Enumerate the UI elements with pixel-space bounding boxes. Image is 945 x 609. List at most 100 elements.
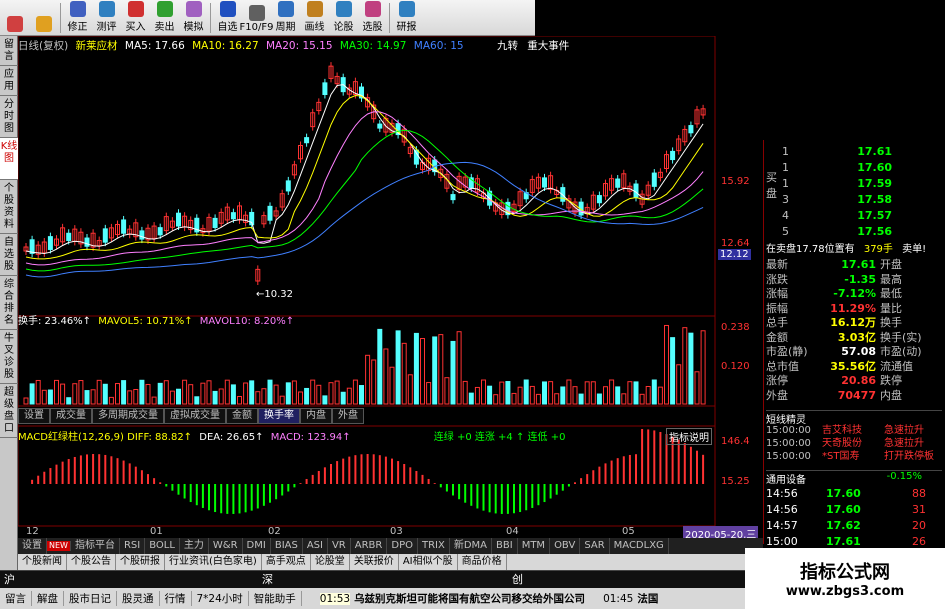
indicator-tab-10[interactable]: VR [328, 538, 351, 554]
indicator-tab-17[interactable]: OBV [550, 538, 581, 554]
buy-level-row[interactable]: 1 17.61 [782, 144, 942, 160]
indicator-tab-6[interactable]: W&R [209, 538, 243, 554]
indicator-tab-13[interactable]: TRIX [418, 538, 450, 554]
volume-tab-4[interactable]: 金额 [226, 408, 258, 424]
volume-bar [407, 374, 413, 405]
volume-tab-1[interactable]: 成交量 [50, 408, 92, 424]
index-cy[interactable]: 创 [512, 571, 523, 589]
quote-key2: 最高 [880, 272, 902, 286]
volume-bar [420, 338, 425, 405]
index-sz[interactable]: 深 [262, 571, 273, 589]
tick-volume: 31 [912, 503, 926, 516]
info-tab-0[interactable]: 个股新闻 [18, 554, 67, 570]
indicator-tab-0[interactable]: 设置 [18, 538, 47, 554]
kline-chart-canvas[interactable] [18, 36, 763, 544]
info-tab-8[interactable]: 商品价格 [458, 554, 507, 570]
toolbar-button-10[interactable]: 画线 [300, 1, 329, 35]
indicator-tab-19[interactable]: MACDLXG [610, 538, 669, 554]
left-tab-1[interactable]: 应用 [0, 66, 18, 96]
tick-price: 17.62 [826, 519, 861, 532]
buy-level-row[interactable]: 1 17.59 [782, 176, 942, 192]
indicator-help-button[interactable]: 指标说明 [666, 428, 712, 445]
candle [413, 149, 419, 165]
status-item-4[interactable]: 行情 [160, 591, 192, 606]
toolbar-button-1[interactable] [29, 1, 58, 35]
status-item-0[interactable]: 留言 [0, 591, 32, 606]
info-tab-4[interactable]: 高手观点 [262, 554, 311, 570]
news-ticker-2[interactable]: 法国 [637, 591, 658, 606]
status-item-2[interactable]: 股市日记 [64, 591, 117, 606]
indicator-tab-5[interactable]: 主力 [180, 538, 209, 554]
indicator-tab-7[interactable]: DMI [243, 538, 271, 554]
left-tab-8[interactable]: 超级盘口 [0, 384, 18, 438]
status-item-6[interactable]: 智能助手 [249, 591, 302, 606]
left-tab-2[interactable]: 分时图 [0, 96, 18, 138]
volume-tab-7[interactable]: 外盘 [332, 408, 364, 424]
toolbar-button-13[interactable]: 研报 [392, 1, 421, 35]
left-tab-4[interactable]: 个股资料 [0, 180, 18, 234]
status-item-3[interactable]: 股灵通 [117, 591, 160, 606]
volume-tab-3[interactable]: 虚拟成交量 [164, 408, 226, 424]
tick-row: 14:57 17.62 20 [766, 518, 944, 534]
toolbar-button-2[interactable]: 修正 [63, 1, 92, 35]
info-tab-2[interactable]: 个股研报 [116, 554, 165, 570]
indicator-tab-15[interactable]: BBI [492, 538, 518, 554]
indicator-tab-9[interactable]: ASI [303, 538, 328, 554]
indicator-tab-4[interactable]: BOLL [145, 538, 180, 554]
candle [29, 239, 35, 254]
toolbar-button-11[interactable]: 论股 [329, 1, 358, 35]
buy-level-row[interactable]: 4 17.57 [782, 208, 942, 224]
indicator-tab-2[interactable]: 指标平台 [71, 538, 120, 554]
toolbar-button-6[interactable]: 模拟 [179, 1, 208, 35]
left-tab-3[interactable]: K线图 [0, 138, 18, 180]
quote-key: 振幅 [766, 301, 788, 315]
indicator-tab-1[interactable]: NEW [47, 541, 71, 551]
toolbar-button-12[interactable]: 选股 [358, 1, 387, 35]
status-item-1[interactable]: 解盘 [32, 591, 64, 606]
chart-area[interactable]: 日线(复权) 新莱应材 MA5: 17.66 MA10: 16.27 MA20:… [18, 36, 763, 544]
indicator-tab-3[interactable]: RSI [120, 538, 146, 554]
wizard-row[interactable]: 15:00:00 *ST国寿 打开跌停板 [766, 450, 944, 463]
volume-bar [249, 380, 255, 405]
status-item-5[interactable]: 7*24小时 [192, 591, 249, 606]
indicator-tab-16[interactable]: MTM [518, 538, 551, 554]
toolbar-button-9[interactable]: 周期 [271, 1, 300, 35]
volume-bar [66, 397, 72, 405]
toolbar-button-4[interactable]: 买入 [121, 1, 150, 35]
left-tab-6[interactable]: 综合排名 [0, 276, 18, 330]
indicator-tab-8[interactable]: BIAS [271, 538, 303, 554]
toolbar-button-5[interactable]: 卖出 [150, 1, 179, 35]
info-tab-1[interactable]: 个股公告 [67, 554, 116, 570]
index-sh[interactable]: 沪 [4, 571, 15, 589]
buy-level-row[interactable]: 1 17.60 [782, 160, 942, 176]
toolbar-button-8[interactable]: F10/F9 [240, 1, 273, 35]
volume-tab-2[interactable]: 多周期成交量 [92, 408, 164, 424]
info-tab-7[interactable]: AI相似个股 [399, 554, 458, 570]
volume-bar [133, 388, 139, 405]
info-tab-6[interactable]: 关联报价 [350, 554, 399, 570]
toolbar-button-0[interactable] [0, 1, 29, 35]
toolbar-button-3[interactable]: 测评 [92, 1, 121, 35]
wizard-row[interactable]: 15:00:00 天奇股份 急速拉升 [766, 437, 944, 450]
info-tab-3[interactable]: 行业资讯(白色家电) [165, 554, 262, 570]
left-tab-5[interactable]: 自选股 [0, 234, 18, 276]
left-tab-7[interactable]: 牛叉诊股 [0, 330, 18, 384]
indicator-tab-18[interactable]: SAR [580, 538, 610, 554]
left-tab-0[interactable]: 留言 [0, 36, 18, 66]
volume-tab-6[interactable]: 内盘 [300, 408, 332, 424]
wizard-row[interactable]: 15:00:00 吉艾科技 急速拉升 [766, 424, 944, 437]
buy-level-row[interactable]: 3 17.58 [782, 192, 942, 208]
volume-tab-0[interactable]: 设置 [18, 408, 50, 424]
buy-level-row[interactable]: 5 17.56 [782, 224, 942, 240]
volume-bar [542, 381, 547, 405]
indicator-tab-14[interactable]: 新DMA [450, 538, 493, 554]
volume-tab-5[interactable]: 换手率 [258, 408, 300, 424]
indicator-tab-11[interactable]: ARBR [351, 538, 388, 554]
buy-level-num: 1 [782, 145, 789, 158]
info-tab-5[interactable]: 论股堂 [311, 554, 350, 570]
sell-order-alert[interactable]: 在卖盘17.78位置有 379手 卖单! [766, 240, 926, 255]
news-ticker-1[interactable]: 乌兹别克斯坦可能将国有航空公司移交给外国公司 [354, 591, 585, 606]
toolbar-button-7[interactable]: 自选 [213, 1, 242, 35]
indicator-tab-12[interactable]: DPO [387, 538, 418, 554]
sector-row[interactable]: 通用设备 -0.15% [766, 470, 942, 486]
